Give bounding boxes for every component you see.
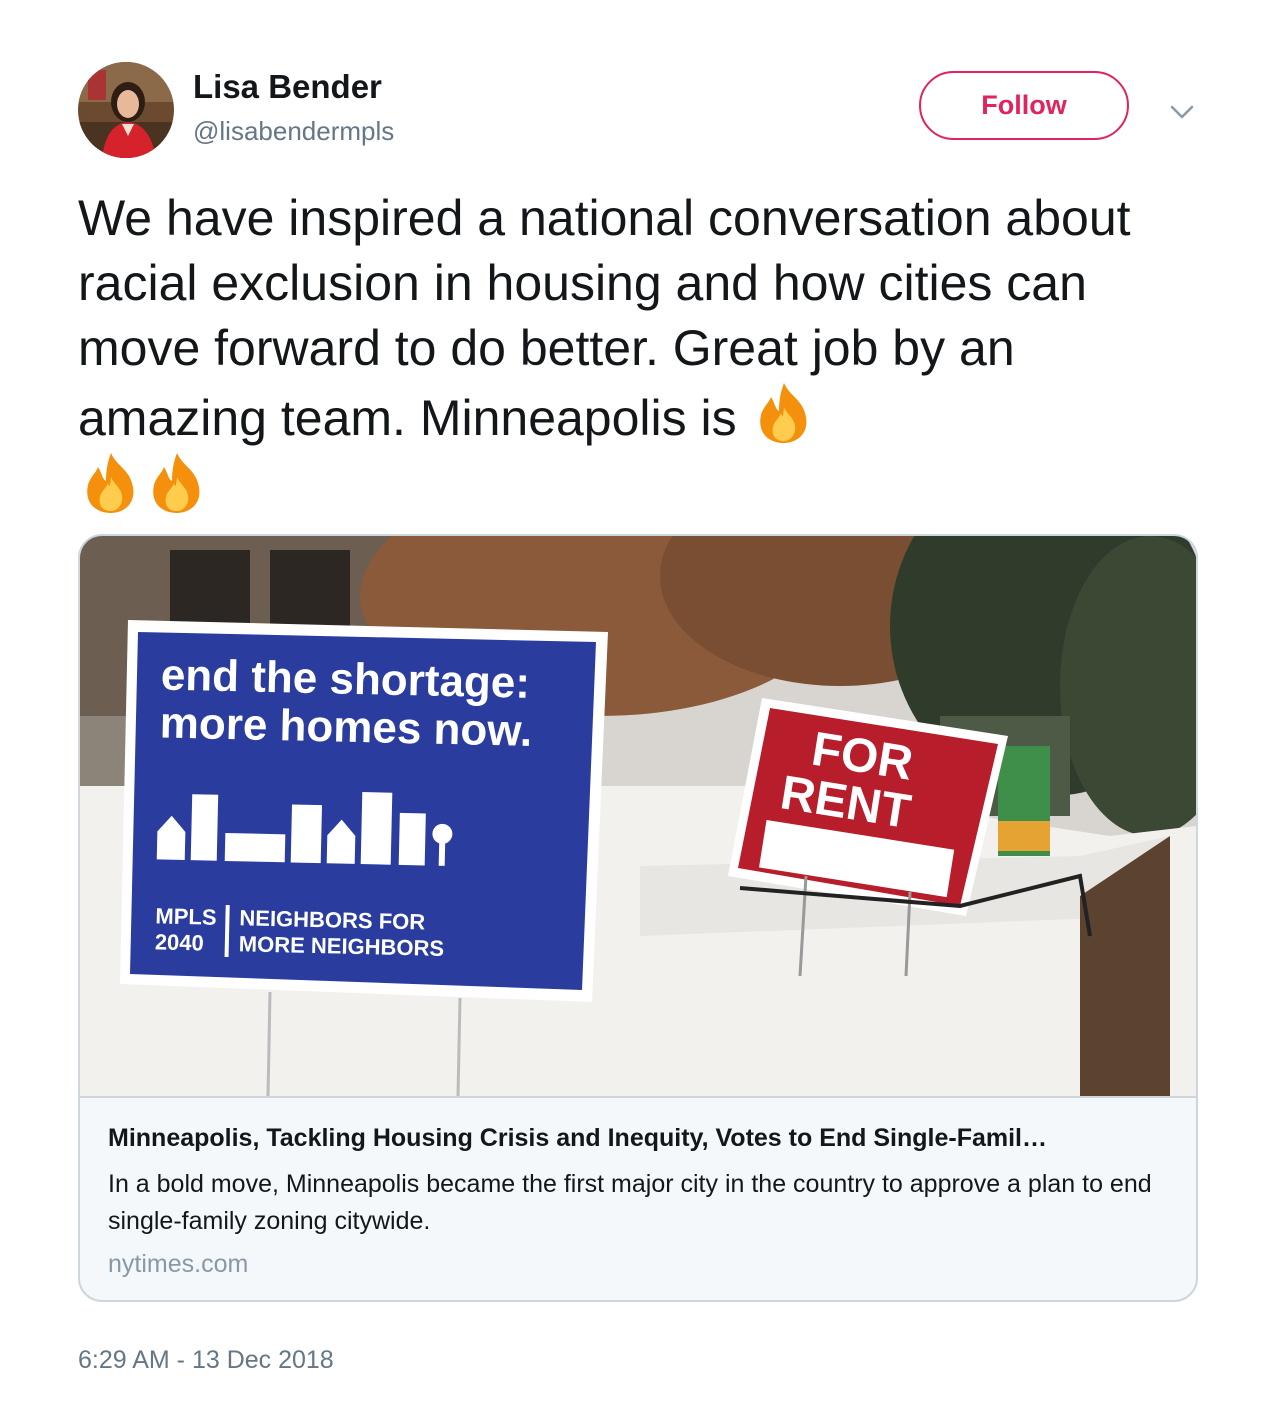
fire-emoji-icon bbox=[78, 451, 144, 515]
sign-blue-left1: MPLS bbox=[155, 903, 217, 929]
sign-blue-right2: MORE NEIGHBORS bbox=[239, 931, 445, 961]
fire-emoji-icon bbox=[751, 381, 817, 445]
card-title[interactable]: Minneapolis, Tackling Housing Crisis and… bbox=[108, 1124, 1168, 1153]
tweet-text-body: We have inspired a national conversation… bbox=[78, 190, 1131, 446]
avatar[interactable] bbox=[78, 62, 174, 158]
chevron-down-icon[interactable] bbox=[1166, 96, 1198, 128]
avatar-image bbox=[78, 62, 174, 158]
card-image[interactable]: end the shortage: more homes now. MPLS 2… bbox=[80, 536, 1196, 1096]
display-name[interactable]: Lisa Bender bbox=[193, 68, 382, 106]
card-description: In a bold move, Minneapolis became the f… bbox=[108, 1170, 1152, 1235]
follow-button[interactable]: Follow bbox=[919, 71, 1129, 140]
tweet: Lisa Bender @lisabendermpls Follow We ha… bbox=[0, 0, 1266, 1402]
sign-blue-line2: more homes now. bbox=[159, 698, 532, 755]
sign-blue-right1: NEIGHBORS FOR bbox=[239, 905, 425, 934]
link-card[interactable]: end the shortage: more homes now. MPLS 2… bbox=[78, 534, 1198, 1302]
user-handle[interactable]: @lisabendermpls bbox=[193, 116, 394, 147]
timestamp[interactable]: 6:29 AM - 13 Dec 2018 bbox=[78, 1346, 334, 1375]
yard-signs-photo: end the shortage: more homes now. MPLS 2… bbox=[80, 536, 1196, 1096]
tweet-text: We have inspired a national conversation… bbox=[78, 186, 1198, 521]
card-domain: nytimes.com bbox=[108, 1250, 249, 1278]
fire-emoji-icon bbox=[144, 451, 210, 515]
sign-blue-left2: 2040 bbox=[155, 929, 205, 955]
card-divider bbox=[80, 1096, 1196, 1098]
